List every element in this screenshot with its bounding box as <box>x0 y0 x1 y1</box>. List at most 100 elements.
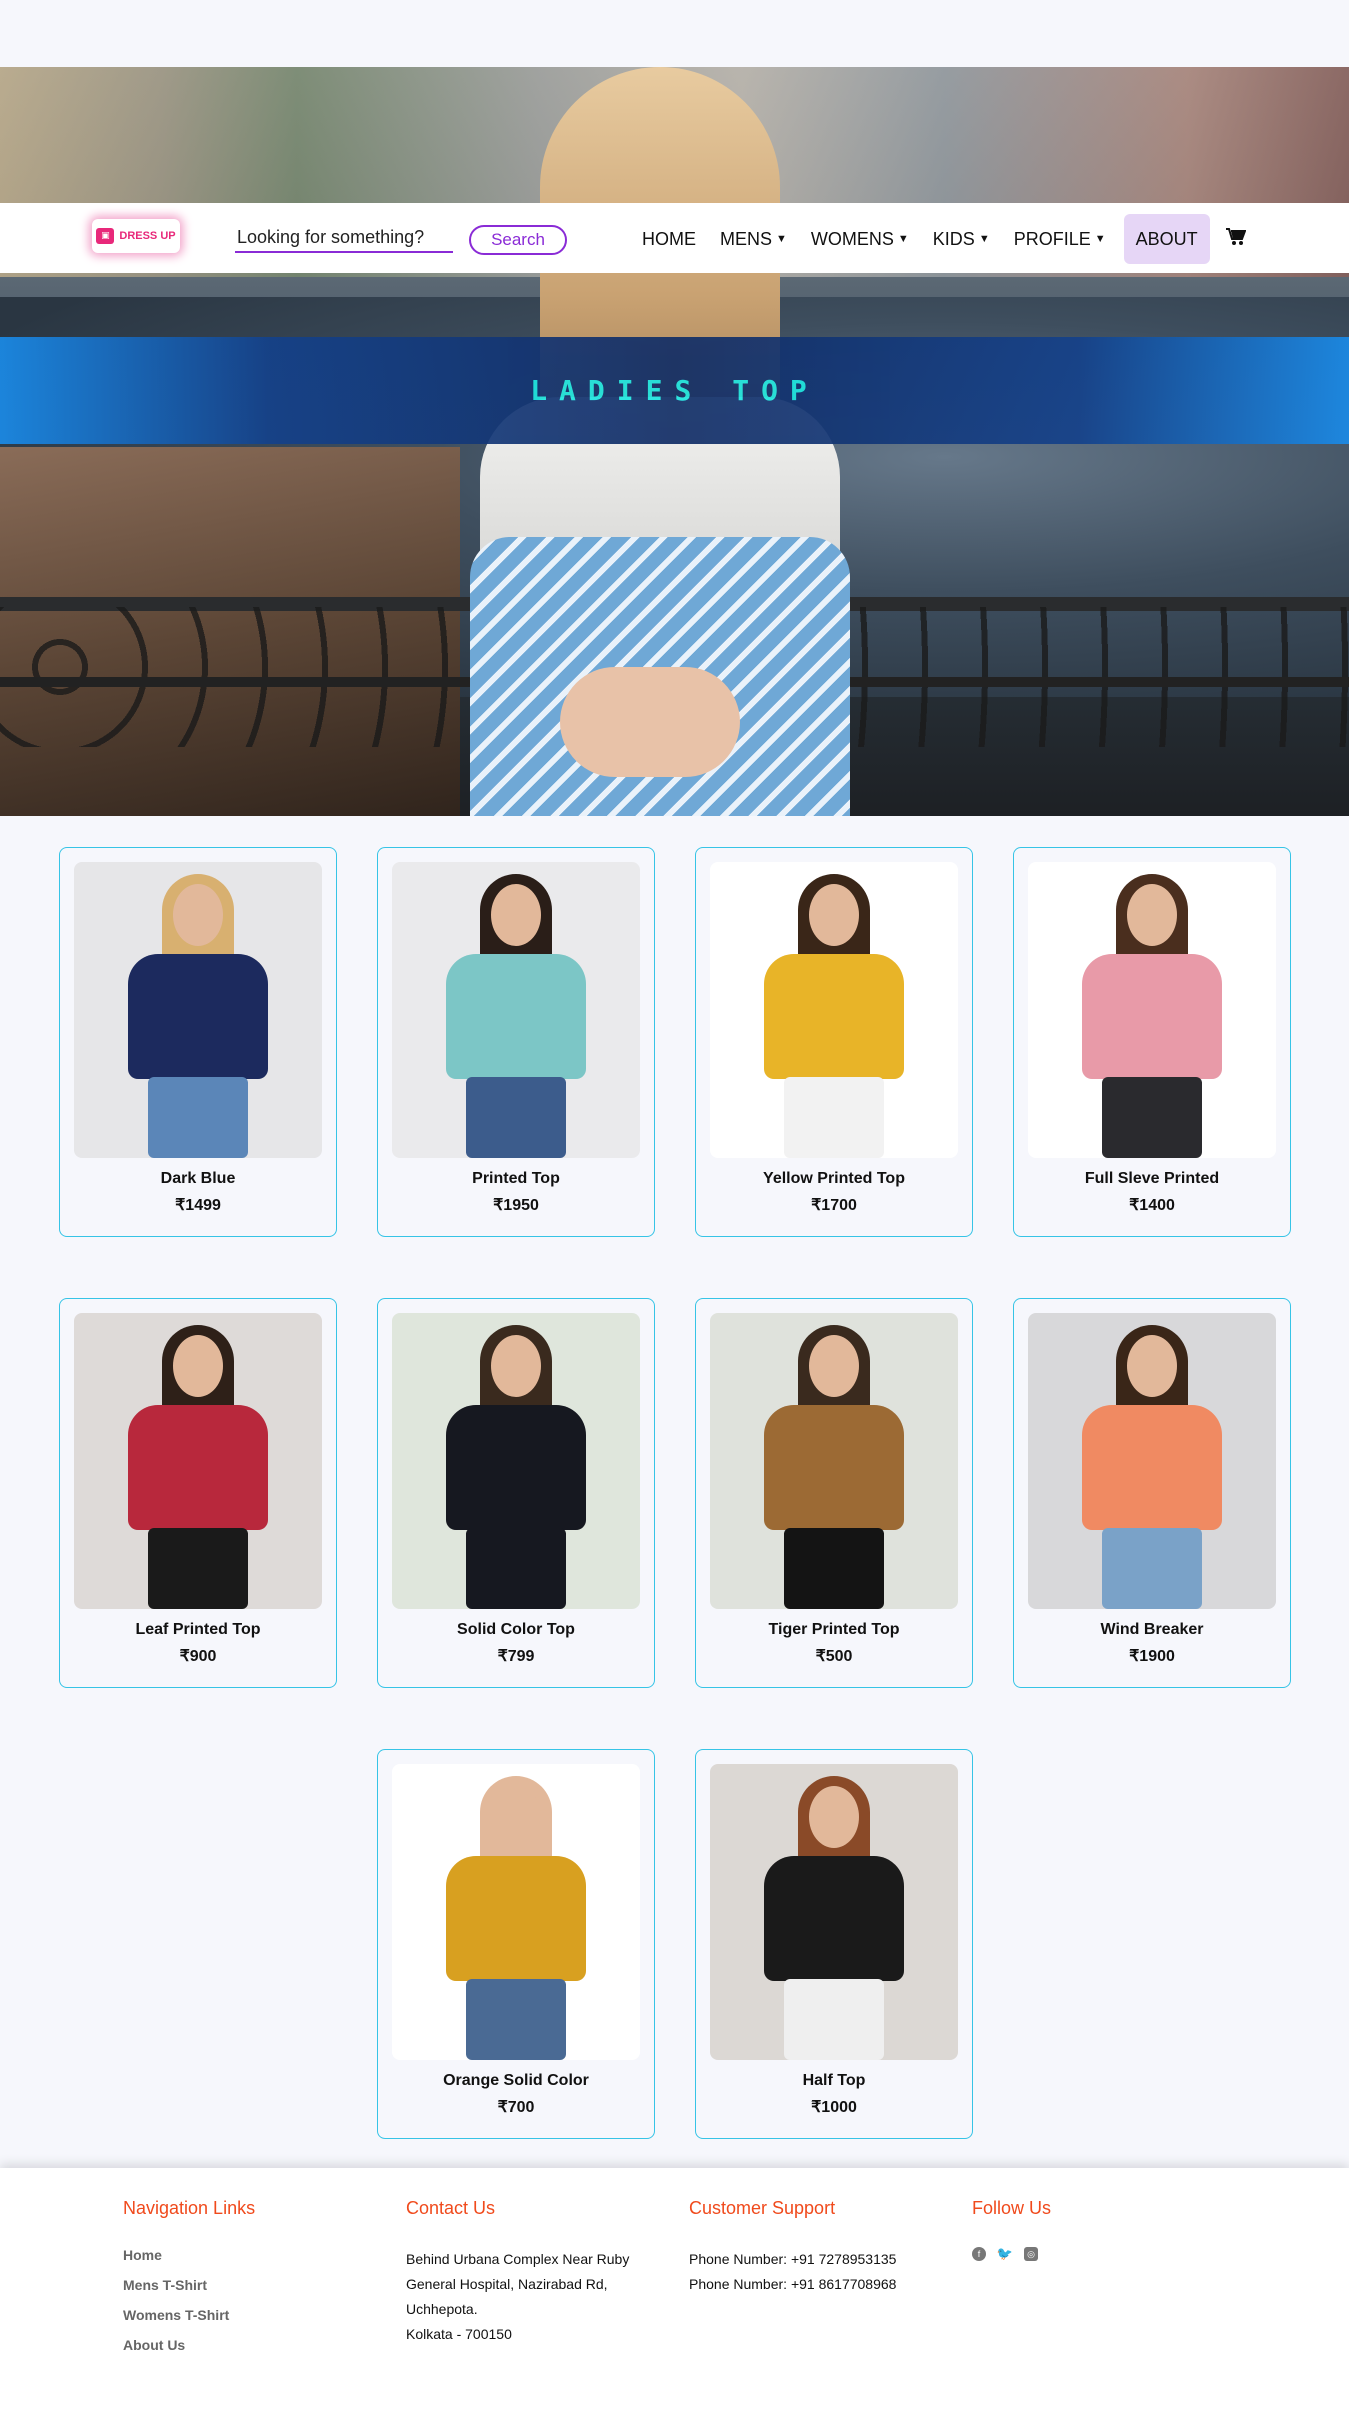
social-icons: f 🐦 ◎ <box>972 2246 1172 2261</box>
model-top <box>764 1405 904 1530</box>
model-top <box>1082 954 1222 1079</box>
footer-contact-column: Contact Us Behind Urbana Complex Near Ru… <box>406 2198 666 2347</box>
caret-down-icon: ▼ <box>1094 233 1106 245</box>
model-bottom <box>784 1528 884 1609</box>
address-line: Uchhepota. <box>406 2301 478 2317</box>
caret-down-icon: ▼ <box>897 233 909 245</box>
instagram-icon[interactable]: ◎ <box>1024 2247 1038 2261</box>
footer-link-mens[interactable]: Mens T-Shirt <box>123 2277 353 2293</box>
model-face <box>1127 884 1177 946</box>
product-name[interactable]: Tiger Printed Top <box>696 1621 972 1639</box>
model-bottom <box>784 1077 884 1158</box>
footer-link-home[interactable]: Home <box>123 2247 353 2263</box>
product-card[interactable]: Orange Solid Color ₹700 <box>377 1749 655 2139</box>
product-image[interactable] <box>1028 1313 1276 1609</box>
search-input[interactable] <box>235 223 453 253</box>
footer-contact-title: Contact Us <box>406 2198 496 2218</box>
brand-logo[interactable]: ▣ DRESS UP <box>92 219 180 253</box>
product-name[interactable]: Yellow Printed Top <box>696 1170 972 1188</box>
address-line: Kolkata - 700150 <box>406 2326 512 2342</box>
cart-icon[interactable] <box>1225 227 1247 251</box>
facebook-icon[interactable]: f <box>972 2247 986 2261</box>
product-price: ₹900 <box>179 1648 217 1665</box>
model-top <box>128 1405 268 1530</box>
menu-label-mens: MENS <box>720 228 773 249</box>
product-image[interactable] <box>74 862 322 1158</box>
menu-item-kids[interactable]: KIDS ▼ <box>921 214 1002 264</box>
product-card[interactable]: Yellow Printed Top ₹1700 <box>695 847 973 1237</box>
model-face <box>809 1786 859 1848</box>
model-face <box>491 884 541 946</box>
menu-label-profile: PROFILE <box>1013 228 1091 249</box>
product-image[interactable] <box>710 862 958 1158</box>
product-name[interactable]: Printed Top <box>378 1170 654 1188</box>
product-name[interactable]: Wind Breaker <box>1014 1621 1290 1639</box>
product-image[interactable] <box>710 1313 958 1609</box>
product-card[interactable]: Full Sleve Printed ₹1400 <box>1013 847 1291 1237</box>
page-title: LADIES TOP <box>530 374 819 407</box>
product-price: ₹1000 <box>811 2099 857 2116</box>
model-top <box>446 954 586 1079</box>
footer-support-column: Customer Support Phone Number: +91 72789… <box>689 2198 949 2297</box>
product-image[interactable] <box>392 1313 640 1609</box>
footer-link-about[interactable]: About Us <box>123 2337 353 2353</box>
product-price: ₹1400 <box>1129 1197 1175 1214</box>
model-bottom <box>466 1077 566 1158</box>
product-image[interactable] <box>710 1764 958 2060</box>
product-image[interactable] <box>392 862 640 1158</box>
footer-nav-column: Navigation Links Home Mens T-Shirt Women… <box>123 2198 353 2367</box>
product-card[interactable]: Half Top ₹1000 <box>695 1749 973 2139</box>
hero-banner: LADIES TOP <box>0 337 1349 444</box>
product-card[interactable]: Dark Blue ₹1499 <box>59 847 337 1237</box>
product-name[interactable]: Half Top <box>696 2072 972 2090</box>
product-image[interactable] <box>74 1313 322 1609</box>
phone-line: Phone Number: +91 8617708968 <box>689 2276 897 2292</box>
menu-item-womens[interactable]: WOMENS ▼ <box>799 214 921 264</box>
model-bottom <box>1102 1528 1202 1609</box>
product-name[interactable]: Dark Blue <box>60 1170 336 1188</box>
product-card[interactable]: Solid Color Top ₹799 <box>377 1298 655 1688</box>
product-card[interactable]: Tiger Printed Top ₹500 <box>695 1298 973 1688</box>
product-price: ₹1499 <box>175 1197 221 1214</box>
twitter-icon[interactable]: 🐦 <box>997 2246 1013 2261</box>
product-card[interactable]: Leaf Printed Top ₹900 <box>59 1298 337 1688</box>
model-top <box>764 954 904 1079</box>
footer-follow-title: Follow Us <box>972 2198 1052 2218</box>
phone-line: Phone Number: +91 7278953135 <box>689 2251 897 2267</box>
model-bottom <box>148 1077 248 1158</box>
product-price: ₹1950 <box>493 1197 539 1214</box>
main-menu: HOME MENS ▼ WOMENS ▼ KIDS ▼ PROFILE ▼ ABOUT <box>630 214 1247 264</box>
product-image[interactable] <box>392 1764 640 2060</box>
model-face <box>809 1335 859 1397</box>
footer-support-title: Customer Support <box>689 2198 836 2218</box>
menu-item-mens[interactable]: MENS ▼ <box>708 214 799 264</box>
footer-link-womens[interactable]: Womens T-Shirt <box>123 2307 353 2323</box>
menu-item-home[interactable]: HOME <box>630 214 708 264</box>
menu-label-womens: WOMENS <box>810 228 894 249</box>
model-face <box>173 1335 223 1397</box>
product-card[interactable]: Wind Breaker ₹1900 <box>1013 1298 1291 1688</box>
search-button[interactable]: Search <box>469 225 567 255</box>
footer: Navigation Links Home Mens T-Shirt Women… <box>0 2168 1349 2410</box>
product-name[interactable]: Solid Color Top <box>378 1621 654 1639</box>
product-image[interactable] <box>1028 862 1276 1158</box>
product-name[interactable]: Leaf Printed Top <box>60 1621 336 1639</box>
model-bottom <box>466 1979 566 2060</box>
logo-icon: ▣ <box>96 228 115 244</box>
footer-follow-column: Follow Us f 🐦 ◎ <box>972 2198 1172 2261</box>
caret-down-icon: ▼ <box>978 233 990 245</box>
model-face <box>809 884 859 946</box>
hero-model-hands <box>560 667 740 777</box>
menu-item-about[interactable]: ABOUT <box>1123 214 1210 264</box>
model-face <box>491 1335 541 1397</box>
model-face <box>491 1786 541 1848</box>
menu-item-profile[interactable]: PROFILE ▼ <box>1002 214 1118 264</box>
model-bottom <box>466 1528 566 1609</box>
model-top <box>446 1405 586 1530</box>
product-card[interactable]: Printed Top ₹1950 <box>377 847 655 1237</box>
product-name[interactable]: Full Sleve Printed <box>1014 1170 1290 1188</box>
menu-label-kids: KIDS <box>932 228 975 249</box>
address-line: General Hospital, Nazirabad Rd, <box>406 2276 608 2292</box>
product-name[interactable]: Orange Solid Color <box>378 2072 654 2090</box>
logo-text: DRESS UP <box>119 230 176 242</box>
